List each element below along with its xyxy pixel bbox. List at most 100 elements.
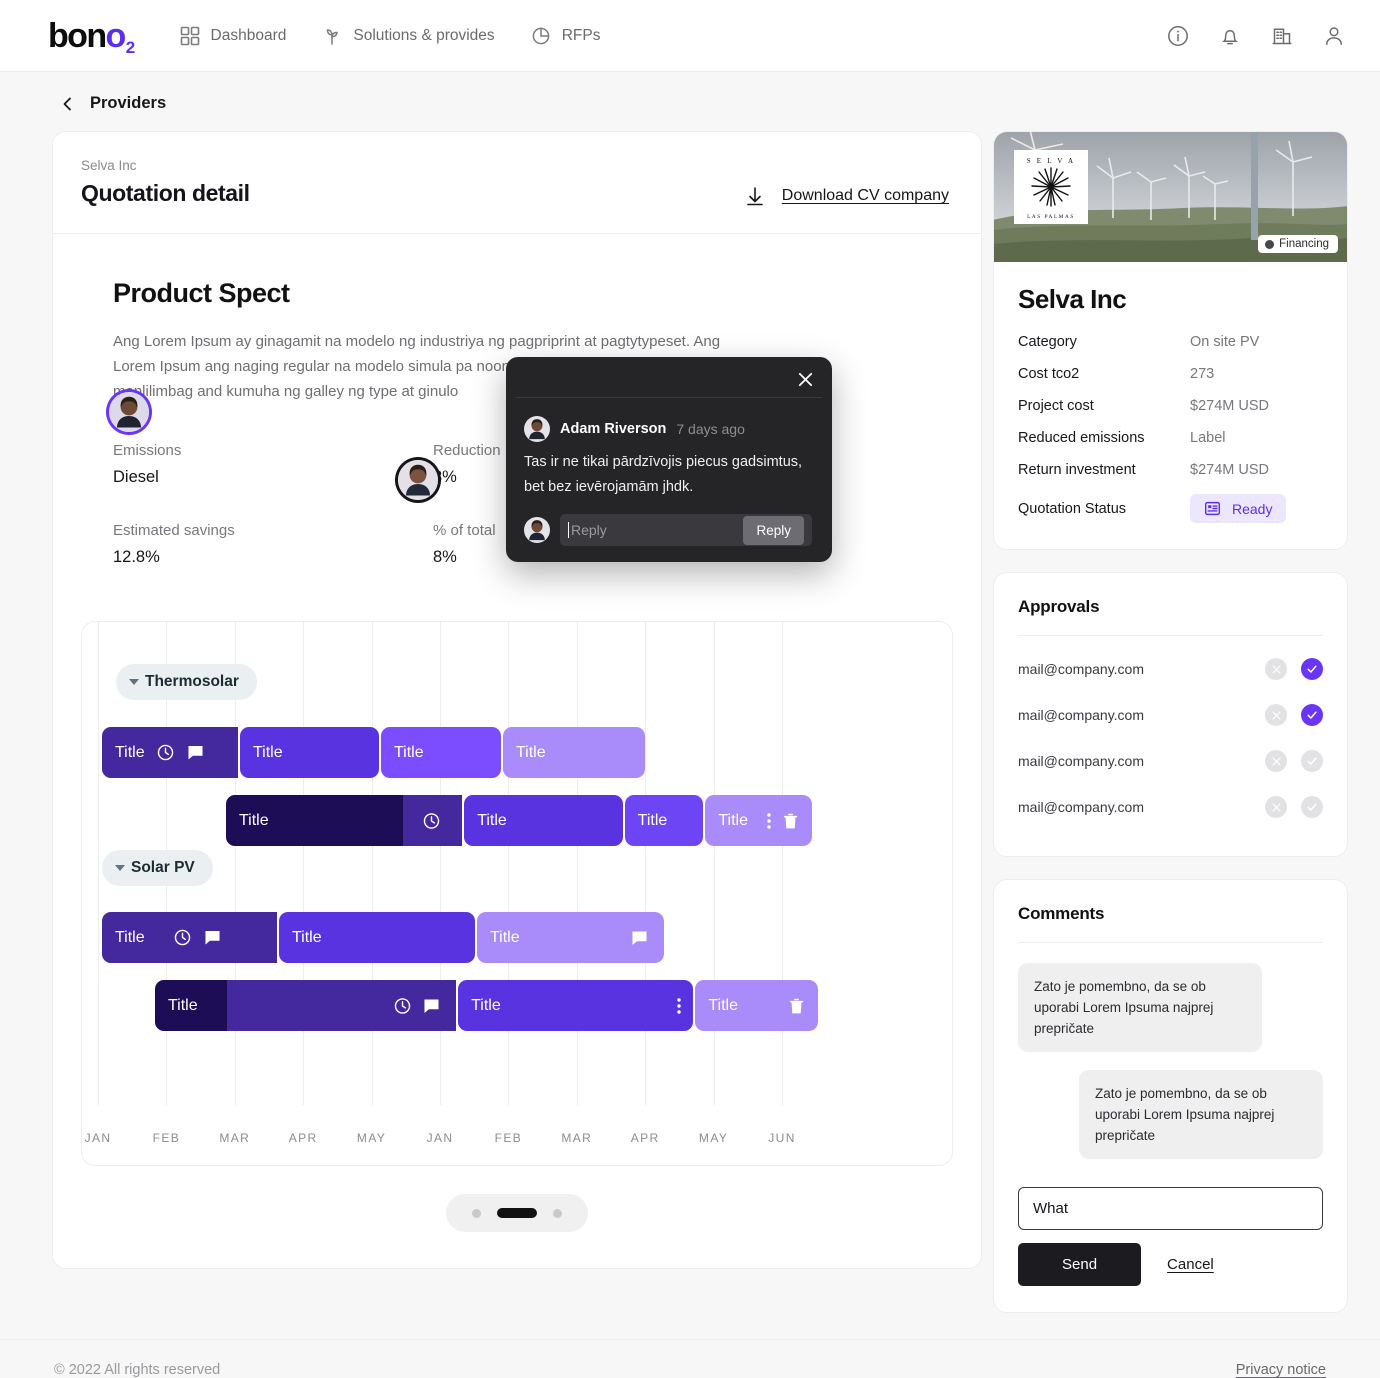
pager-dot-1[interactable]: [472, 1209, 481, 1218]
gantt-gridline: [98, 622, 99, 1105]
gantt-segment[interactable]: [227, 980, 456, 1031]
send-button[interactable]: Send: [1018, 1243, 1141, 1286]
clock-icon[interactable]: [173, 928, 192, 947]
info-icon[interactable]: [1166, 24, 1190, 48]
brand-logo[interactable]: bono2: [48, 19, 134, 53]
financing-badge-label: Financing: [1279, 238, 1329, 250]
gantt-segment[interactable]: Title: [102, 912, 277, 963]
reply-button[interactable]: Reply: [743, 516, 804, 545]
gantt-segment[interactable]: Title: [102, 727, 238, 778]
metric-emissions: Emissions Diesel: [113, 442, 433, 487]
reject-icon[interactable]: [1265, 704, 1287, 726]
gantt-segment[interactable]: Title: [503, 727, 645, 778]
kebab-icon[interactable]: [767, 811, 771, 830]
avatar-annotation-emissions[interactable]: [109, 392, 149, 432]
comment-icon[interactable]: [630, 928, 649, 947]
gantt-segment-label: Title: [155, 997, 198, 1015]
comment-text: Tas ir ne tikai pārdzīvojis piecus gadsi…: [524, 450, 812, 500]
field-reduced-emissions-key: Reduced emissions: [1018, 430, 1190, 446]
page-body: Selva Inc Quotation detail Download CV c…: [0, 131, 1380, 1335]
field-reduced-emissions: Reduced emissions Label: [1018, 430, 1323, 446]
metric-estimated-savings-value: 12.8%: [113, 548, 433, 567]
bell-icon[interactable]: [1218, 24, 1242, 48]
user-icon[interactable]: [1322, 24, 1346, 48]
cancel-button[interactable]: Cancel: [1167, 1256, 1214, 1273]
gantt-segment-label: Title: [625, 812, 668, 830]
gantt-segment[interactable]: Title: [625, 795, 704, 846]
trash-icon[interactable]: [781, 811, 800, 830]
copyright-text: © 2022 All rights reserved: [54, 1362, 220, 1378]
gantt-segment[interactable]: Title: [477, 912, 664, 963]
close-icon[interactable]: [797, 371, 814, 388]
trash-icon[interactable]: [787, 996, 806, 1015]
approval-email: mail@company.com: [1018, 707, 1144, 723]
nav-item-solutions[interactable]: Solutions & provides: [322, 26, 494, 46]
caret-down-icon: [115, 865, 125, 871]
gantt-segment-icons: [156, 743, 205, 762]
approval-actions: [1265, 750, 1323, 772]
nav-item-dashboard-label: Dashboard: [211, 27, 287, 45]
gantt-bar-solarpv-2[interactable]: Title Title: [155, 980, 818, 1031]
clock-icon[interactable]: [156, 743, 175, 762]
pager-dot-3[interactable]: [553, 1209, 562, 1218]
sidebar-column: S E L V A LAS PALMAS Financing Selva Inc…: [993, 131, 1348, 1335]
gantt-segment[interactable]: Title: [279, 912, 475, 963]
gantt-segment[interactable]: [403, 795, 462, 846]
nav-item-dashboard[interactable]: Dashboard: [180, 26, 287, 46]
approval-row: mail@company.com: [1018, 784, 1323, 830]
approve-icon[interactable]: [1301, 704, 1323, 726]
privacy-notice-link[interactable]: Privacy notice: [1236, 1362, 1326, 1378]
gantt-segment[interactable]: Title: [464, 795, 622, 846]
download-cv-button[interactable]: Download CV company: [744, 185, 949, 207]
gantt-segment-icons: [677, 996, 681, 1015]
gantt-segment[interactable]: Title: [155, 980, 227, 1031]
provider-info-card: S E L V A LAS PALMAS Financing Selva Inc…: [993, 131, 1348, 550]
gantt-segment[interactable]: Title: [381, 727, 501, 778]
comment-icon[interactable]: [422, 996, 441, 1015]
gantt-segment[interactable]: Title: [240, 727, 379, 778]
reject-icon[interactable]: [1265, 658, 1287, 680]
breadcrumb-label[interactable]: Providers: [90, 94, 166, 113]
comment-icon[interactable]: [186, 743, 205, 762]
metric-emissions-label: Emissions: [113, 442, 433, 459]
approval-email: mail@company.com: [1018, 661, 1144, 677]
gantt-month-label: APR: [289, 1131, 318, 1145]
reject-icon[interactable]: [1265, 750, 1287, 772]
gantt-month-label: FEB: [495, 1131, 523, 1145]
gantt-month-label: JAN: [85, 1131, 112, 1145]
pager-dot-2-active[interactable]: [497, 1208, 537, 1218]
kebab-icon[interactable]: [677, 996, 681, 1015]
approval-actions: [1265, 658, 1323, 680]
gantt-segment[interactable]: Title: [705, 795, 812, 846]
nav-item-rfps[interactable]: RFPs: [531, 26, 601, 46]
gantt-group-thermosolar[interactable]: Thermosolar: [116, 664, 257, 700]
clock-icon[interactable]: [393, 996, 412, 1015]
clock-icon[interactable]: [422, 811, 441, 830]
gantt-segment[interactable]: Title: [695, 980, 818, 1031]
gantt-segment[interactable]: Title: [458, 980, 693, 1031]
reject-icon[interactable]: [1265, 796, 1287, 818]
dot-icon: [1265, 240, 1274, 249]
field-category-value: On site PV: [1190, 334, 1259, 350]
selva-logo-mark: S E L V A LAS PALMAS: [1014, 150, 1088, 224]
comment-input[interactable]: [1018, 1187, 1323, 1230]
approvals-heading: Approvals: [1018, 597, 1323, 636]
status-badge[interactable]: Ready: [1190, 494, 1286, 523]
gantt-segment[interactable]: Title: [226, 795, 403, 846]
gantt-bar-thermosolar-1[interactable]: Title Title Title: [102, 727, 680, 778]
gantt-segment-label: Title: [503, 744, 546, 762]
building-icon[interactable]: [1270, 24, 1294, 48]
gantt-month-label: MAR: [561, 1131, 592, 1145]
comment-timestamp: 7 days ago: [676, 421, 745, 437]
avatar: [524, 416, 550, 442]
comment-icon[interactable]: [203, 928, 222, 947]
avatar-annotation-percent[interactable]: [398, 460, 438, 500]
gantt-bar-thermosolar-2[interactable]: Title Title Title: [226, 795, 812, 846]
chevron-left-icon[interactable]: [60, 96, 76, 112]
gantt-bar-solarpv-1[interactable]: Title Title Title: [102, 912, 664, 963]
approve-icon[interactable]: [1301, 750, 1323, 772]
gantt-group-solar-pv[interactable]: Solar PV: [102, 850, 213, 886]
approve-icon[interactable]: [1301, 658, 1323, 680]
approvals-card: Approvals mail@company.com mail@company.…: [993, 572, 1348, 857]
approve-icon[interactable]: [1301, 796, 1323, 818]
